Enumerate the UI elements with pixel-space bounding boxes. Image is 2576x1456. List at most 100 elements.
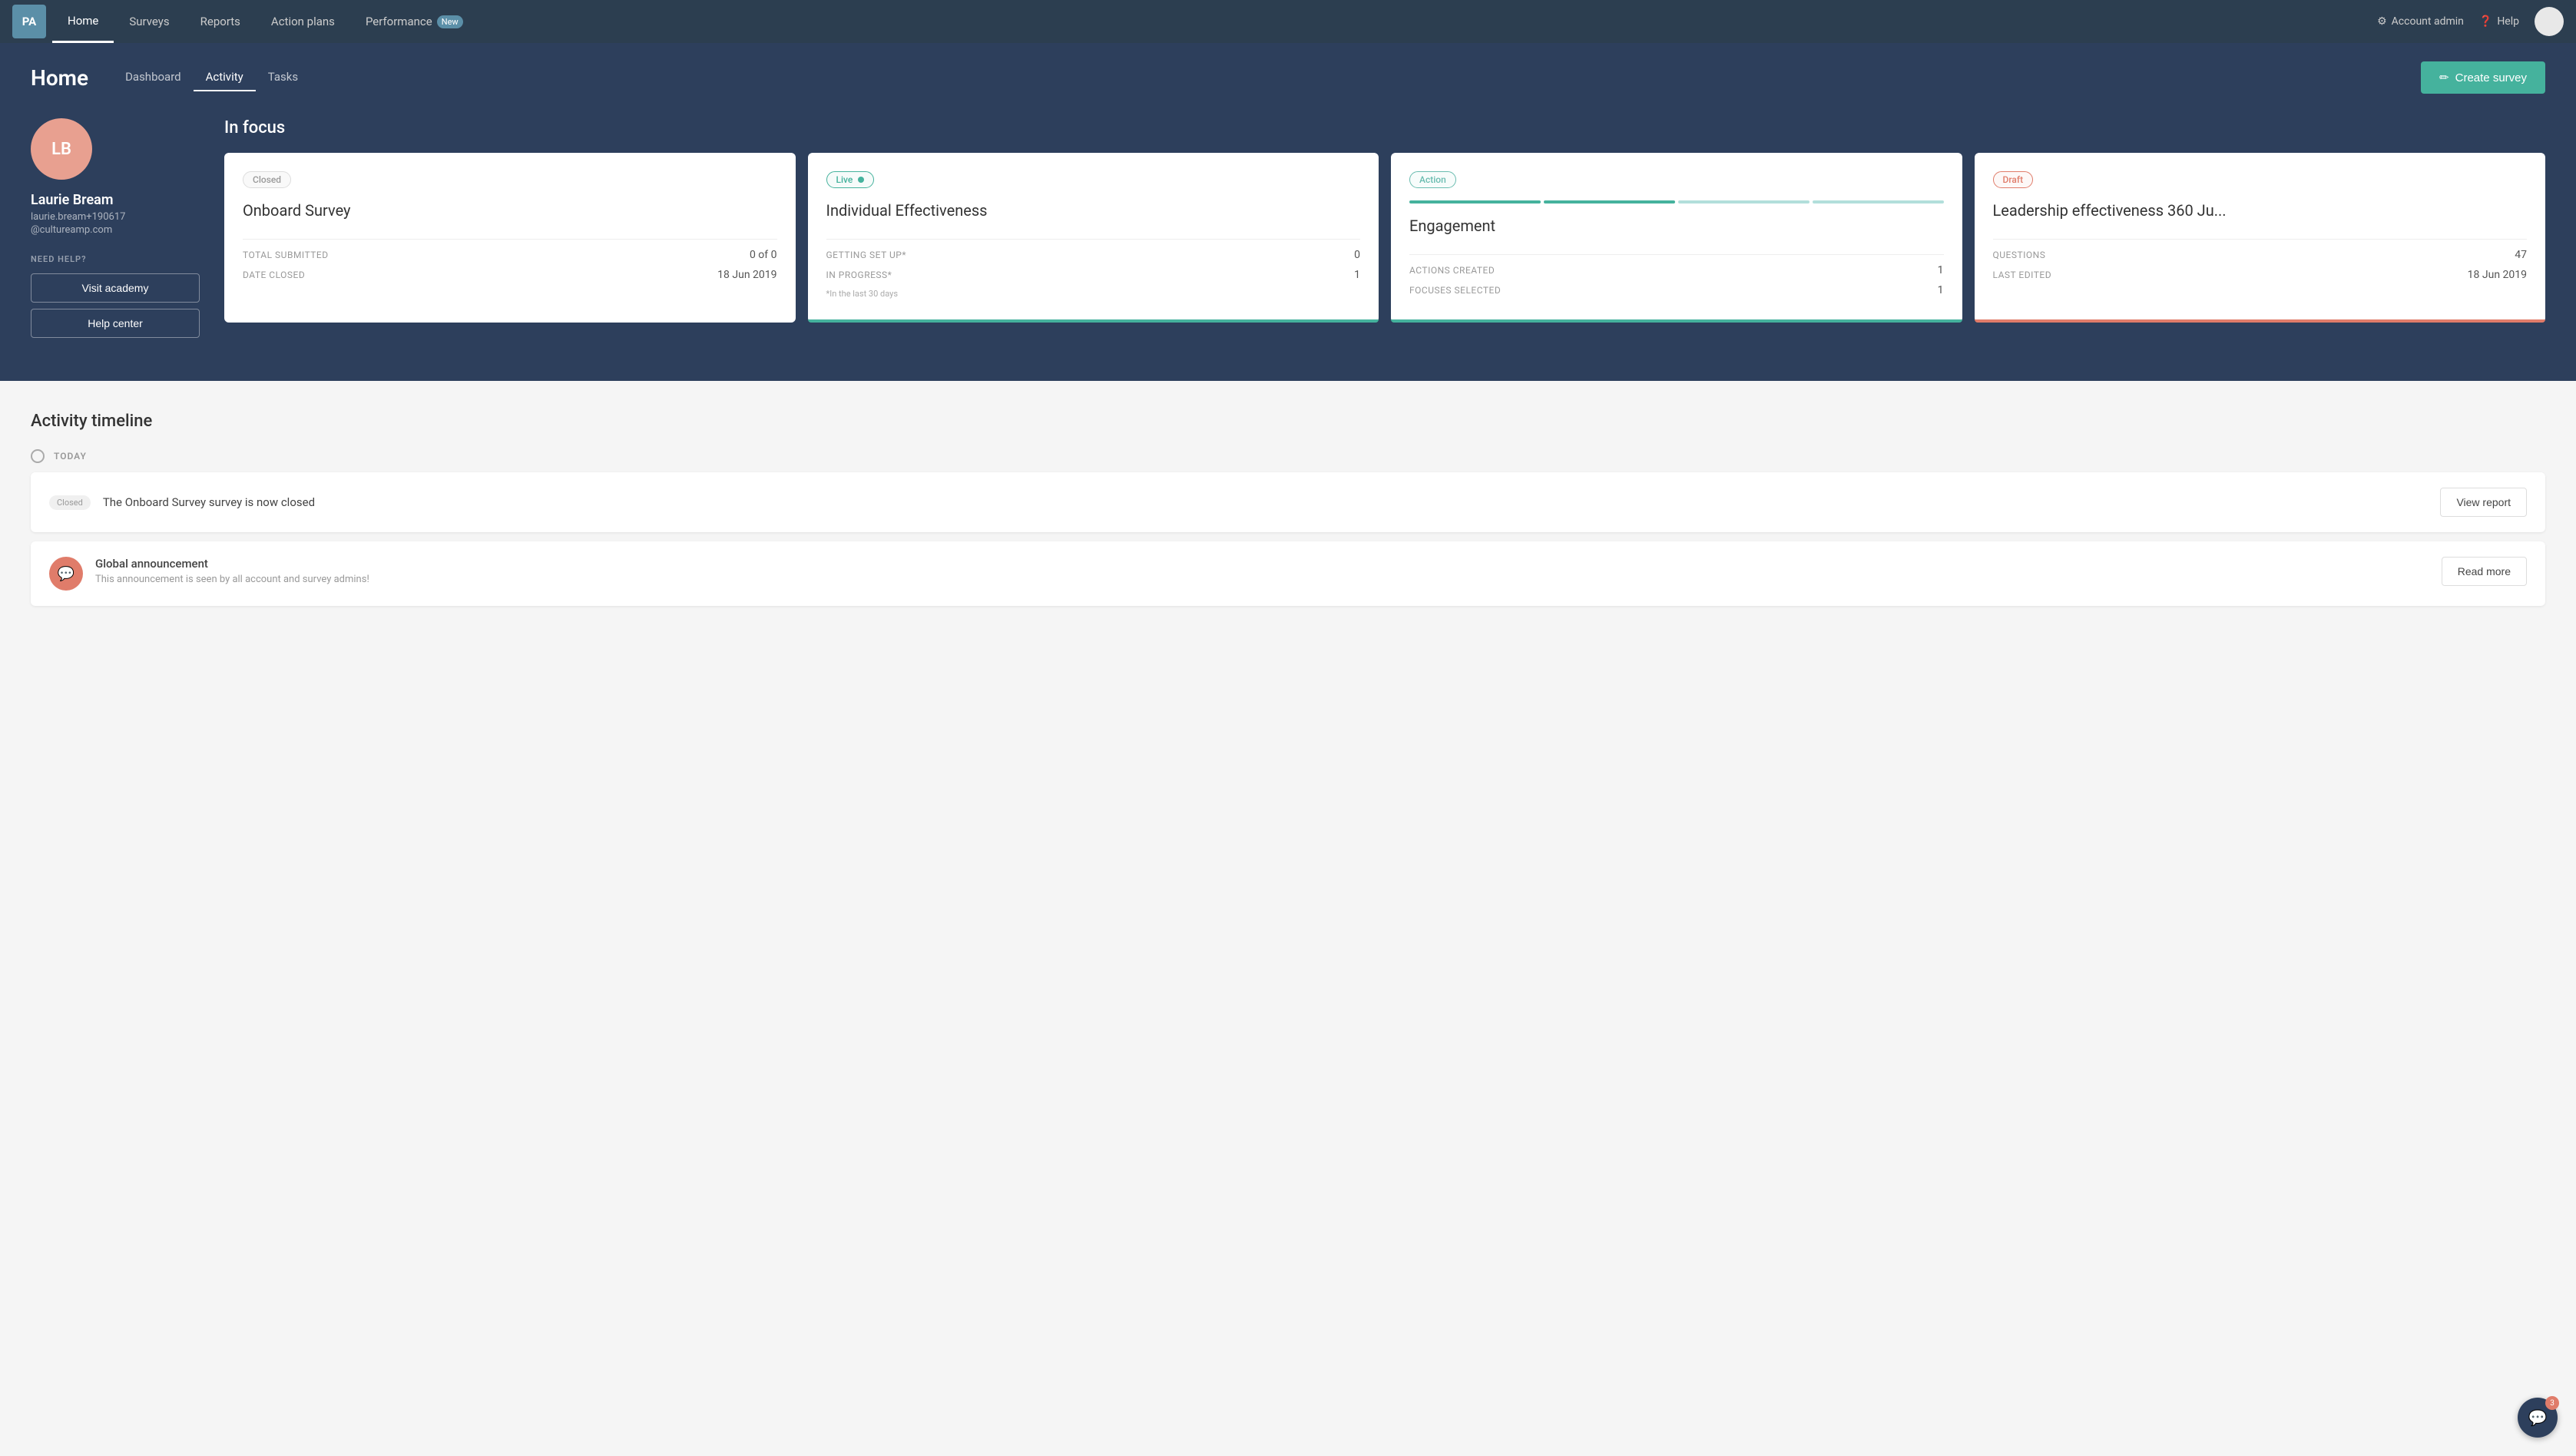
stat-value: 1 xyxy=(1354,269,1360,281)
header-left: Home Dashboard Activity Tasks xyxy=(31,64,310,91)
card-badge-live: Live xyxy=(826,171,875,188)
header-tabs: Dashboard Activity Tasks xyxy=(113,64,310,91)
card-title-individual: Individual Effectiveness xyxy=(826,200,1361,220)
help-center-button[interactable]: Help center xyxy=(31,309,200,338)
tab-dashboard[interactable]: Dashboard xyxy=(113,64,194,91)
chat-bubble[interactable]: 💬 3 xyxy=(2518,1398,2558,1438)
stat-value: 1 xyxy=(1938,264,1944,276)
card-stat-row: IN PROGRESS* 1 xyxy=(826,269,1361,281)
card-stat-row: GETTING SET UP* 0 xyxy=(826,249,1361,261)
card-onboard-survey[interactable]: Closed Onboard Survey TOTAL SUBMITTED 0 … xyxy=(224,153,796,323)
timeline-date-row: TODAY xyxy=(31,449,2545,463)
gear-icon: ⚙ xyxy=(2377,15,2387,28)
header-area: Home Dashboard Activity Tasks ✏ Create s… xyxy=(0,43,2576,94)
chat-bubble-icon: 💬 xyxy=(2528,1408,2548,1427)
card-title-engagement: Engagement xyxy=(1409,216,1944,236)
card-stat-row: DATE CLOSED 18 Jun 2019 xyxy=(243,269,777,281)
help-icon: ❓ xyxy=(2479,15,2492,28)
read-more-button[interactable]: Read more xyxy=(2442,557,2527,586)
profile-name: Laurie Bream xyxy=(31,192,200,208)
stat-label: QUESTIONS xyxy=(1993,250,2046,260)
card-individual-effectiveness[interactable]: Live Individual Effectiveness GETTING SE… xyxy=(808,153,1379,323)
tab-activity[interactable]: Activity xyxy=(194,64,256,91)
profile-panel: LB Laurie Bream laurie.bream+190617 @cul… xyxy=(31,118,200,344)
timeline-group-today: TODAY Closed The Onboard Survey survey i… xyxy=(31,449,2545,606)
page-title: Home xyxy=(31,65,88,91)
stat-value: 1 xyxy=(1938,284,1944,296)
announcement-icon: 💬 xyxy=(49,557,83,591)
card-progress-bar xyxy=(1975,319,2546,323)
announcement-description: This announcement is seen by all account… xyxy=(95,574,2442,585)
tab-tasks[interactable]: Tasks xyxy=(256,64,310,91)
stat-value: 47 xyxy=(2515,249,2527,261)
nav-home[interactable]: Home xyxy=(52,0,114,43)
survey-cards: Closed Onboard Survey TOTAL SUBMITTED 0 … xyxy=(224,153,2545,323)
chat-icon: 💬 xyxy=(58,566,74,582)
visit-academy-button[interactable]: Visit academy xyxy=(31,273,200,303)
stat-label: IN PROGRESS* xyxy=(826,270,892,280)
activity-section: Activity timeline TODAY Closed The Onboa… xyxy=(0,381,2576,649)
announcement-content: Global announcement This announcement is… xyxy=(95,557,2442,585)
focus-section: LB Laurie Bream laurie.bream+190617 @cul… xyxy=(0,94,2576,381)
new-badge: New xyxy=(437,15,463,28)
card-badge-closed: Closed xyxy=(243,171,291,188)
live-indicator xyxy=(858,177,864,183)
stat-value: 0 xyxy=(1354,249,1360,261)
stat-label: FOCUSES SELECTED xyxy=(1409,285,1501,296)
focus-content: In focus Closed Onboard Survey TOTAL SUB… xyxy=(224,118,2545,323)
chat-badge: 3 xyxy=(2545,1396,2559,1410)
card-note: *In the last 30 days xyxy=(826,289,1361,299)
card-badge-draft: Draft xyxy=(1993,171,2034,188)
account-admin-link[interactable]: ⚙ Account admin xyxy=(2377,15,2464,28)
progress-seg xyxy=(1544,200,1675,204)
stat-label: LAST EDITED xyxy=(1993,270,2052,280)
user-avatar[interactable] xyxy=(2535,7,2564,36)
nav-reports[interactable]: Reports xyxy=(185,0,256,43)
stat-label: TOTAL SUBMITTED xyxy=(243,250,329,260)
stat-value: 18 Jun 2019 xyxy=(2468,269,2527,281)
avatar: LB xyxy=(31,118,92,180)
card-badge-action: Action xyxy=(1409,171,1456,188)
card-progress-bar xyxy=(808,319,1379,323)
card-stat-row: ACTIONS CREATED 1 xyxy=(1409,264,1944,276)
header-top: Home Dashboard Activity Tasks ✏ Create s… xyxy=(31,43,2545,94)
timeline-item-onboard-closed: Closed The Onboard Survey survey is now … xyxy=(31,472,2545,532)
timeline-badge: Closed xyxy=(49,495,91,510)
card-leadership[interactable]: Draft Leadership effectiveness 360 Ju...… xyxy=(1975,153,2546,323)
card-title-onboard: Onboard Survey xyxy=(243,200,777,220)
card-stat-row: TOTAL SUBMITTED 0 of 0 xyxy=(243,249,777,261)
nav-links: Home Surveys Reports Action plans Perfor… xyxy=(52,0,2377,43)
nav-bar: PA Home Surveys Reports Action plans Per… xyxy=(0,0,2576,43)
stat-label: DATE CLOSED xyxy=(243,270,305,280)
card-progress-bar xyxy=(1391,319,1962,323)
stat-value: 18 Jun 2019 xyxy=(717,269,776,281)
timeline-date-label: TODAY xyxy=(54,451,87,462)
card-stat-row: FOCUSES SELECTED 1 xyxy=(1409,284,1944,296)
in-focus-title: In focus xyxy=(224,118,2545,137)
view-report-button[interactable]: View report xyxy=(2440,488,2527,517)
card-title-leadership: Leadership effectiveness 360 Ju... xyxy=(1993,200,2528,220)
stat-label: GETTING SET UP* xyxy=(826,250,906,260)
card-engagement[interactable]: Action Engagement ACTIONS CREATED 1 FOCU… xyxy=(1391,153,1962,323)
card-stat-row: LAST EDITED 18 Jun 2019 xyxy=(1993,269,2528,281)
profile-domain: @cultureamp.com xyxy=(31,224,200,236)
progress-seg-dim xyxy=(1678,200,1809,204)
nav-right: ⚙ Account admin ❓ Help xyxy=(2377,7,2564,36)
help-link[interactable]: ❓ Help xyxy=(2479,15,2519,28)
need-help-label: NEED HELP? xyxy=(31,254,200,264)
progress-seg xyxy=(1409,200,1541,204)
timeline-text: The Onboard Survey survey is now closed xyxy=(103,495,2441,509)
announcement-title: Global announcement xyxy=(95,557,2442,571)
nav-surveys[interactable]: Surveys xyxy=(114,0,184,43)
app-logo: PA xyxy=(12,5,46,38)
timeline-item-announcement: 💬 Global announcement This announcement … xyxy=(31,541,2545,606)
timeline-dot xyxy=(31,449,45,463)
activity-title: Activity timeline xyxy=(31,412,2545,431)
create-survey-button[interactable]: ✏ Create survey xyxy=(2421,61,2545,94)
action-progress-bars xyxy=(1409,200,1944,204)
card-stat-row: QUESTIONS 47 xyxy=(1993,249,2528,261)
profile-email: laurie.bream+190617 xyxy=(31,211,200,223)
stat-label: ACTIONS CREATED xyxy=(1409,265,1495,276)
nav-performance[interactable]: Performance New xyxy=(350,0,478,43)
nav-action-plans[interactable]: Action plans xyxy=(256,0,350,43)
